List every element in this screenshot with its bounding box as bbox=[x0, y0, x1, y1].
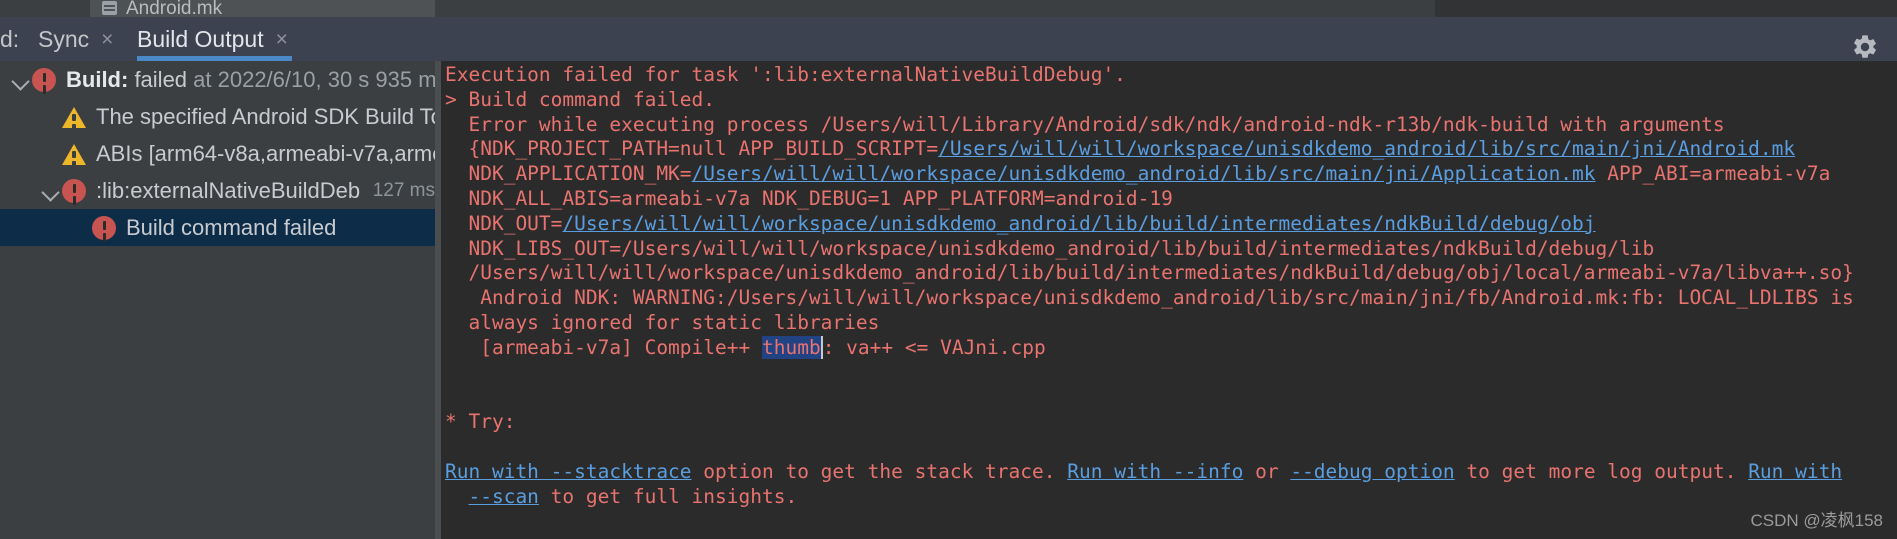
tree-row[interactable]: Build: failed at 2022/6/10, 30 s 935 ms bbox=[0, 61, 435, 98]
console-link[interactable]: /Users/will/will/workspace/unisdkdemo_an… bbox=[692, 162, 1596, 185]
tree-row-duration: 127 ms bbox=[372, 179, 435, 201]
tab-sync[interactable]: Sync × bbox=[38, 17, 113, 61]
console-text: NDK_APPLICATION_MK= bbox=[445, 162, 692, 186]
console-line: {NDK_PROJECT_PATH=null APP_BUILD_SCRIPT=… bbox=[445, 137, 1897, 162]
tree-row-label: ABIs [arm64-v8a,armeabi-v7a,armea bbox=[96, 141, 435, 166]
console-line: [armeabi-v7a] Compile++ thumb: va++ <= V… bbox=[445, 335, 1897, 361]
watermark-label: CSDN @凌枫158 bbox=[1750, 511, 1883, 530]
editor-tab-android-mk-label: Android.mk bbox=[126, 0, 223, 17]
console-line: /Users/will/will/workspace/unisdkdemo_an… bbox=[445, 261, 1897, 286]
console-text: {NDK_PROJECT_PATH=null APP_BUILD_SCRIPT= bbox=[445, 137, 939, 161]
console-text: to get full insights. bbox=[538, 484, 798, 508]
tree-row[interactable]: Build command failed bbox=[0, 209, 435, 246]
tree-row-label: Build: failed at 2022/6/10, 30 s 935 ms bbox=[66, 67, 435, 92]
warning-icon bbox=[62, 144, 86, 165]
tab-build-output-label: Build Output bbox=[137, 26, 264, 52]
console-line: --scan to get full insights. bbox=[445, 485, 1897, 510]
editor-tab-android-mk[interactable]: Android.mk bbox=[90, 0, 435, 17]
error-icon bbox=[62, 178, 86, 203]
console-link[interactable]: Run with bbox=[1748, 460, 1842, 483]
console-line: NDK_OUT=/Users/will/will/workspace/unisd… bbox=[445, 212, 1897, 237]
console-link[interactable]: Run with --info bbox=[1067, 460, 1243, 483]
console-link[interactable]: /Users/will/will/workspace/unisdkdemo_an… bbox=[938, 137, 1795, 160]
chevron-down-icon[interactable] bbox=[10, 69, 32, 91]
warning-icon bbox=[62, 107, 86, 128]
console-line: Execution failed for task ':lib:external… bbox=[445, 63, 1897, 88]
console-text: NDK_OUT= bbox=[445, 211, 563, 235]
console-text: /Users/will/will/workspace/unisdkdemo_an… bbox=[445, 261, 1854, 285]
console-text: always ignored for static libraries bbox=[445, 310, 880, 334]
console-text: APP_ABI=armeabi-v7a bbox=[1595, 162, 1831, 186]
chevron-down-icon[interactable] bbox=[40, 180, 62, 202]
console-line: always ignored for static libraries bbox=[445, 311, 1897, 336]
console-line: Error while executing process /Users/wil… bbox=[445, 113, 1897, 138]
tool-window-tabbar: d: Sync × Build Output × bbox=[0, 17, 1897, 61]
console-text: Execution failed for task ':lib:external… bbox=[445, 63, 1126, 86]
console-text: Error while executing process /Users/wil… bbox=[445, 112, 1725, 136]
gear-icon[interactable] bbox=[1851, 33, 1879, 61]
console-text: [armeabi-v7a] Compile++ bbox=[445, 335, 762, 359]
console-line: Run with --stacktrace option to get the … bbox=[445, 460, 1897, 485]
console-link[interactable]: Run with --stacktrace bbox=[445, 460, 692, 483]
console-text: * Try: bbox=[445, 410, 516, 434]
console-link[interactable]: --scan bbox=[468, 485, 538, 508]
console-text: NDK_ALL_ABIS=armeabi-v7a NDK_DEBUG=1 APP… bbox=[445, 186, 1173, 210]
tree-twisty-placeholder bbox=[40, 106, 62, 128]
console-text: Android NDK: WARNING:/Users/will/will/wo… bbox=[445, 286, 1854, 310]
tree-row[interactable]: ABIs [arm64-v8a,armeabi-v7a,armea bbox=[0, 135, 435, 172]
console-line: * Try: bbox=[445, 410, 1897, 435]
console-text: option to get the stack trace. bbox=[691, 459, 1068, 483]
tabbar-prefix-label: d: bbox=[0, 26, 20, 52]
tree-row-label: :lib:externalNativeBuildDebug bbox=[96, 178, 361, 203]
build-tree[interactable]: Build: failed at 2022/6/10, 30 s 935 ms T… bbox=[0, 61, 435, 539]
error-icon bbox=[32, 67, 56, 92]
console-text: : va++ <= VAJni.cpp bbox=[822, 335, 1046, 359]
build-output-tool-window: Android.mk d: Sync × Build Output × Buil… bbox=[0, 0, 1897, 539]
tab-build-output[interactable]: Build Output × bbox=[137, 17, 288, 61]
console-text: NDK_LIBS_OUT=/Users/will/will/workspace/… bbox=[445, 236, 1655, 260]
close-icon[interactable]: × bbox=[101, 29, 113, 50]
console-line: NDK_LIBS_OUT=/Users/will/will/workspace/… bbox=[445, 237, 1897, 262]
build-output-content: Build: failed at 2022/6/10, 30 s 935 ms T… bbox=[0, 61, 1897, 539]
editor-strip-filler bbox=[1435, 0, 1897, 17]
close-icon[interactable]: × bbox=[276, 29, 288, 50]
console-line: Android NDK: WARNING:/Users/will/will/wo… bbox=[445, 286, 1897, 311]
console-line: > Build command failed. bbox=[445, 88, 1897, 113]
console-link[interactable]: /Users/will/will/workspace/unisdkdemo_an… bbox=[562, 212, 1595, 235]
error-icon bbox=[92, 215, 116, 240]
tab-sync-label: Sync bbox=[38, 26, 90, 52]
console-text: > Build command failed. bbox=[445, 87, 716, 111]
console-line: NDK_ALL_ABIS=armeabi-v7a NDK_DEBUG=1 APP… bbox=[445, 187, 1897, 212]
console-search-highlight: thumb bbox=[761, 335, 823, 359]
console-text: or bbox=[1243, 459, 1291, 483]
tree-twisty-placeholder bbox=[70, 217, 92, 239]
editor-tabs-strip: Android.mk bbox=[0, 0, 1897, 17]
console-output[interactable]: Execution failed for task ':lib:external… bbox=[441, 61, 1897, 539]
makefile-icon bbox=[102, 1, 117, 15]
tree-row-label: Build command failed bbox=[126, 215, 337, 240]
tree-twisty-placeholder bbox=[40, 143, 62, 165]
console-text: to get more log output. bbox=[1454, 459, 1749, 483]
tree-row-label: The specified Android SDK Build Tool bbox=[96, 104, 435, 129]
console-link[interactable]: --debug option bbox=[1290, 460, 1454, 483]
tree-row[interactable]: The specified Android SDK Build Tool bbox=[0, 98, 435, 135]
tree-row[interactable]: :lib:externalNativeBuildDebug 127 ms bbox=[0, 172, 435, 209]
console-line: NDK_APPLICATION_MK=/Users/will/will/work… bbox=[445, 162, 1897, 187]
